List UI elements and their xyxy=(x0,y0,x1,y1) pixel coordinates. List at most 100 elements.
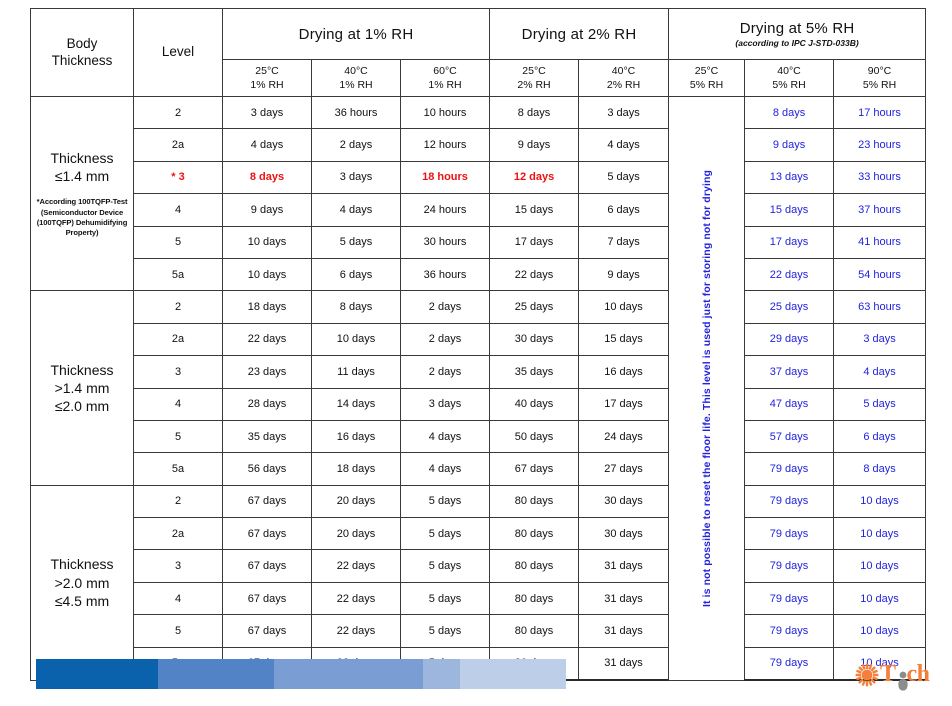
value-cell: 67 days xyxy=(222,484,312,519)
table-row: 2a 4 days 2 days 12 hours 9 days 4 days 9 days… xyxy=(31,128,927,162)
value-cell-5pct: 29 days xyxy=(744,322,835,357)
value-cell: 67 days xyxy=(222,549,312,583)
value-cell: 40 days xyxy=(489,387,580,421)
cond-temp: 40°C xyxy=(611,64,636,77)
thickness-line3: ≤2.0 mm xyxy=(54,398,110,415)
slide-canvas: Body Thickness Level Drying at 1% RH Dry… xyxy=(0,0,952,706)
value-cell: 10 days xyxy=(311,322,401,357)
level-cell: 2 xyxy=(133,484,223,519)
thickness-footnote: *According 100TQFP-Test (Semiconductor D… xyxy=(36,197,128,238)
table-row: 5 35 days 16 days 4 days 50 days 24 days 57 da… xyxy=(31,419,927,454)
value-cell: 20 days xyxy=(311,517,401,551)
brand-logo-text-right: ch xyxy=(906,661,931,687)
value-cell: 4 days xyxy=(311,193,401,227)
value-cell: 50 days xyxy=(489,419,580,454)
header-group-2pct-title: Drying at 2% RH xyxy=(521,25,637,43)
value-cell: 80 days xyxy=(489,581,580,616)
level-cell: 2a xyxy=(133,128,223,162)
value-cell: 67 days xyxy=(222,517,312,551)
value-cell: 6 days xyxy=(578,193,670,227)
value-cell: 2 days xyxy=(311,128,401,162)
table-row: 3 23 days 11 days 2 days 35 days 16 days 37 da… xyxy=(31,355,927,389)
level-cell: * 3 xyxy=(133,160,223,195)
value-cell-5pct: 57 days xyxy=(744,419,835,454)
value-cell: 28 days xyxy=(222,387,312,421)
value-cell: 3 days xyxy=(222,95,312,130)
table-row: 2a 67 days 20 days 5 days 80 days 30 days 79 d… xyxy=(31,517,927,551)
thickness-line1: Thickness xyxy=(50,149,114,166)
cond-temp: 40°C xyxy=(777,64,801,77)
thickness-line3: ≤4.5 mm xyxy=(54,592,110,609)
value-cell-5pct: 41 hours xyxy=(833,225,927,259)
value-cell-5pct: 23 hours xyxy=(833,128,927,162)
value-cell: 10 days xyxy=(222,225,312,259)
value-cell: 20 days xyxy=(311,484,401,519)
value-cell: 80 days xyxy=(489,614,580,648)
cond-temp: 90°C xyxy=(867,64,892,77)
value-cell-5pct: 13 days xyxy=(744,160,835,195)
value-cell: 24 hours xyxy=(399,193,491,227)
moisture-sensitivity-drying-table: Body Thickness Level Drying at 1% RH Dry… xyxy=(30,8,927,682)
cond-rh: 5% RH xyxy=(772,79,806,91)
value-cell-5pct: 10 days xyxy=(833,581,927,616)
value-cell: 3 days xyxy=(578,95,670,130)
table-row: 2a 22 days 10 days 2 days 30 days 15 days 29 d… xyxy=(31,322,927,357)
header-body-thickness-line1: Body xyxy=(66,35,98,51)
value-cell-5pct: 17 hours xyxy=(833,95,927,130)
header-cond-40c-2rh: 40°C 2% RH xyxy=(578,59,670,97)
level-cell: 5 xyxy=(133,225,223,259)
value-cell: 2 days xyxy=(399,290,491,324)
value-cell: 22 days xyxy=(489,257,580,292)
value-cell-5pct: 4 days xyxy=(833,355,927,389)
value-cell-5pct: 10 days xyxy=(833,484,927,519)
value-cell: 67 days xyxy=(222,614,312,648)
cond-rh: 1% RH xyxy=(339,79,373,91)
value-cell: 36 hours xyxy=(311,95,401,130)
value-cell: 5 days xyxy=(311,225,401,259)
cond-temp: 40°C xyxy=(344,64,368,77)
cond-temp: 25°C xyxy=(255,64,279,77)
thickness-line1: Thickness xyxy=(50,556,114,573)
value-cell: 17 days xyxy=(489,225,580,259)
value-cell: 80 days xyxy=(489,517,580,551)
header-cond-90c-5rh: 90°C 5% RH xyxy=(833,59,927,97)
value-cell: 8 days xyxy=(311,290,401,324)
value-cell-5pct: 79 days xyxy=(744,484,835,519)
value-cell: 25 days xyxy=(489,290,580,324)
value-cell: 6 days xyxy=(311,257,401,292)
storing-not-drying-note: It is not possible to reset the floor li… xyxy=(668,96,746,681)
value-cell: 3 days xyxy=(399,387,491,421)
value-cell: 9 days xyxy=(222,193,312,227)
table-row: 5 10 days 5 days 30 hours 17 days 7 days 17 da… xyxy=(31,225,927,259)
value-cell: 2 days xyxy=(399,322,491,357)
value-cell: 8 days xyxy=(489,95,580,130)
header-group-1pct: Drying at 1% RH xyxy=(221,8,491,60)
value-cell: 31 days xyxy=(578,614,670,648)
value-cell: 7 days xyxy=(578,225,670,259)
storing-note-text: It is not possible to reset the floor li… xyxy=(700,169,713,607)
value-cell: 31 days xyxy=(578,549,670,583)
value-cell: 80 days xyxy=(489,484,580,519)
thickness-line2: >1.4 mm xyxy=(54,379,110,396)
value-cell-5pct: 6 days xyxy=(833,419,927,454)
header-cond-25c-1rh: 25°C 1% RH xyxy=(222,59,312,97)
cond-rh: 5% RH xyxy=(862,79,897,91)
level-cell: 3 xyxy=(133,355,223,389)
value-cell: 4 days xyxy=(399,452,491,486)
value-cell: 18 days xyxy=(311,452,401,486)
value-cell-5pct: 79 days xyxy=(744,581,835,616)
thickness-group-cell: Thickness ≤1.4 mm *According 100TQFP-Test … xyxy=(30,95,134,292)
thickness-line2: ≤1.4 mm xyxy=(54,168,110,185)
thickness-line1: Thickness xyxy=(50,361,114,378)
value-cell: 31 days xyxy=(578,581,670,616)
value-cell: 3 days xyxy=(311,160,401,195)
value-cell: 8 days xyxy=(222,160,312,195)
value-cell: 30 hours xyxy=(399,225,491,259)
cond-rh: 1% RH xyxy=(250,79,284,91)
value-cell: 15 days xyxy=(578,322,670,357)
value-cell-5pct: 25 days xyxy=(744,290,835,324)
header-body-thickness: Body Thickness xyxy=(30,8,134,97)
value-cell: 5 days xyxy=(399,484,491,519)
level-cell: 5 xyxy=(133,614,223,648)
brand-logo: T ch xyxy=(855,659,933,693)
